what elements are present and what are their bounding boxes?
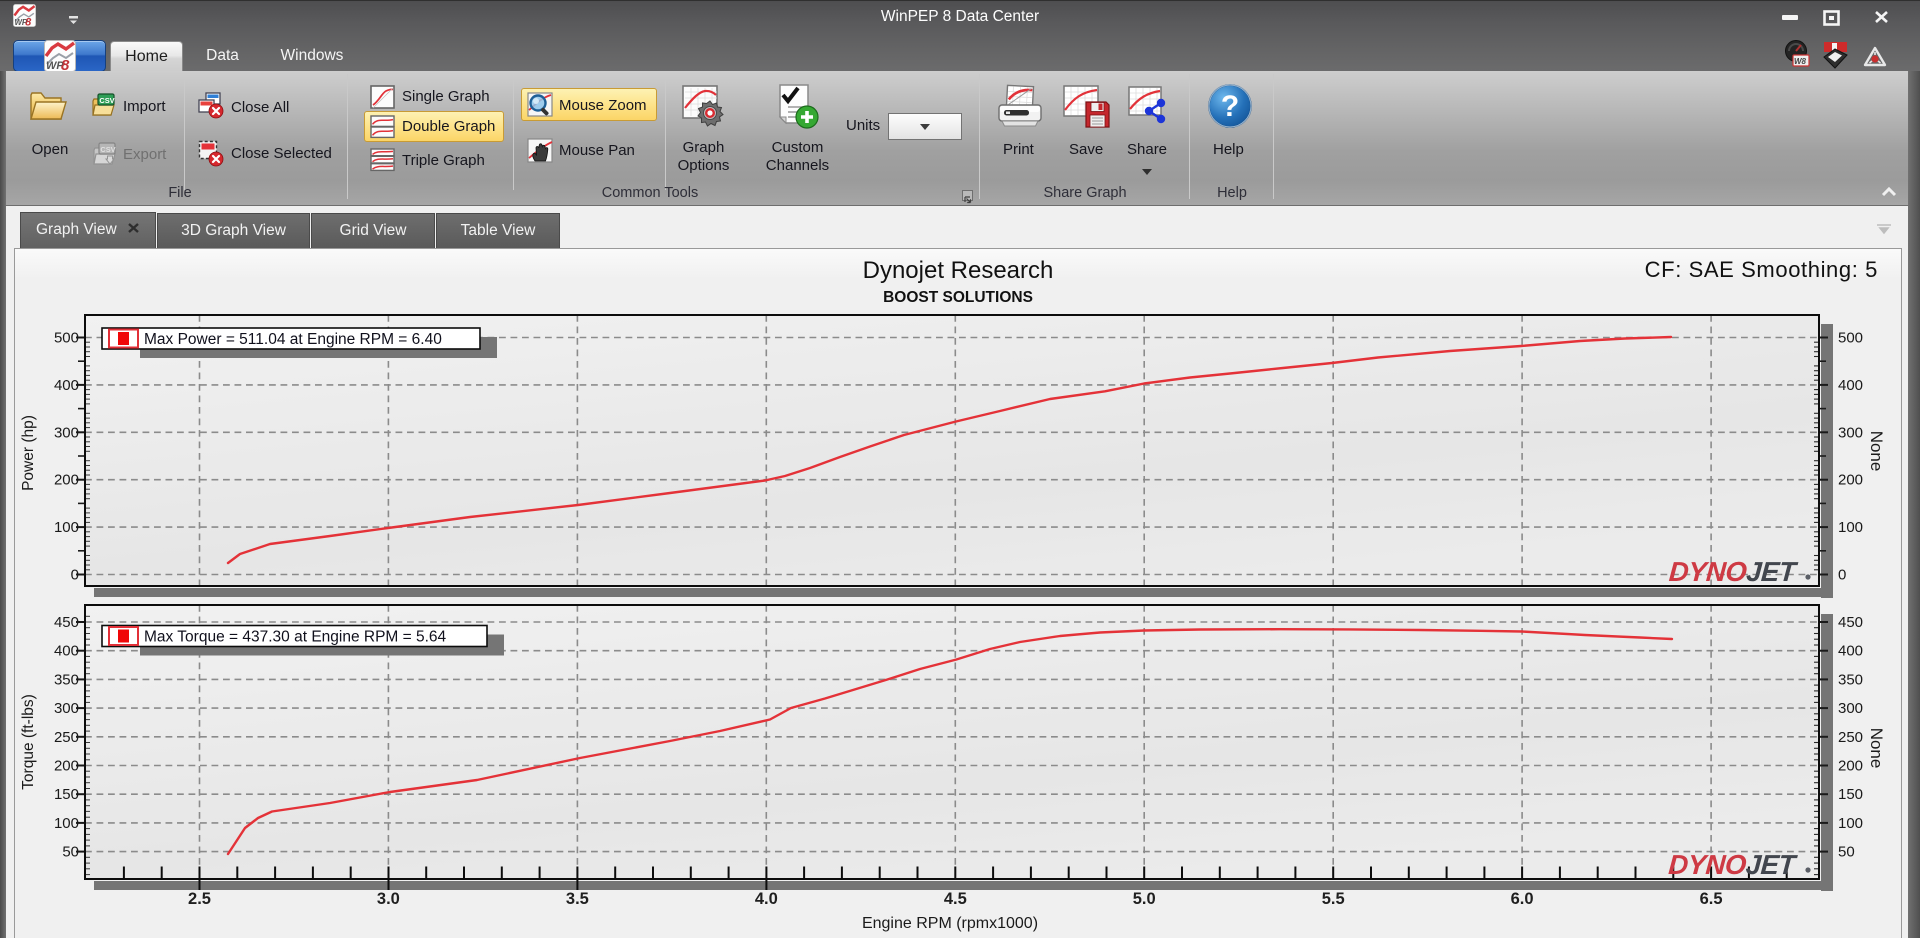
svg-text:200: 200 (54, 758, 79, 775)
svg-text:CSV: CSV (99, 96, 114, 105)
svg-text:200: 200 (1838, 472, 1863, 489)
svg-text:450: 450 (1838, 614, 1863, 631)
svg-text:0: 0 (1838, 567, 1846, 584)
svg-text:W8: W8 (1794, 57, 1807, 66)
svg-text:None: None (1867, 728, 1886, 769)
svg-text:CF: SAE Smoothing: 5: CF: SAE Smoothing: 5 (1645, 257, 1878, 282)
svg-text:?: ? (1221, 90, 1239, 123)
svg-text:Engine RPM (rpmx1000): Engine RPM (rpmx1000) (862, 915, 1038, 932)
svg-text:CSV: CSV (100, 145, 115, 154)
svg-text:250: 250 (1838, 729, 1863, 746)
svg-text:100: 100 (54, 815, 79, 832)
svg-text:DYNOJET: DYNOJET (1668, 556, 1799, 587)
svg-text:350: 350 (54, 671, 79, 688)
svg-text:5.0: 5.0 (1133, 890, 1156, 908)
svg-text:200: 200 (54, 472, 79, 489)
svg-text:0: 0 (71, 567, 79, 584)
svg-text:500: 500 (1838, 330, 1863, 347)
svg-text:400: 400 (1838, 643, 1863, 660)
svg-text:350: 350 (1838, 671, 1863, 688)
svg-text:150: 150 (1838, 786, 1863, 803)
svg-text:Power (hp): Power (hp) (20, 415, 37, 491)
svg-text:250: 250 (54, 729, 79, 746)
svg-text:Max Torque = 437.30 at Engine: Max Torque = 437.30 at Engine RPM = 5.64 (144, 629, 447, 646)
svg-text:8: 8 (61, 57, 70, 72)
svg-text:3.5: 3.5 (566, 890, 589, 908)
svg-text:300: 300 (54, 700, 79, 717)
svg-text:300: 300 (1838, 700, 1863, 717)
svg-text:2.5: 2.5 (188, 890, 211, 908)
svg-text:50: 50 (62, 844, 79, 861)
svg-text:100: 100 (54, 519, 79, 536)
svg-text:4.0: 4.0 (755, 890, 778, 908)
svg-text:None: None (1867, 431, 1886, 472)
svg-text:300: 300 (1838, 424, 1863, 441)
svg-text:3.0: 3.0 (377, 890, 400, 908)
svg-text:100: 100 (1838, 815, 1863, 832)
svg-text:400: 400 (54, 643, 79, 660)
svg-text:4.5: 4.5 (944, 890, 967, 908)
svg-text:6.5: 6.5 (1700, 890, 1723, 908)
svg-text:300: 300 (54, 424, 79, 441)
svg-text:400: 400 (1838, 377, 1863, 394)
svg-text:6.0: 6.0 (1511, 890, 1534, 908)
svg-text:5.5: 5.5 (1322, 890, 1345, 908)
svg-text:Dynojet Research: Dynojet Research (863, 257, 1054, 284)
svg-text:450: 450 (54, 614, 79, 631)
svg-text:400: 400 (54, 377, 79, 394)
svg-text:100: 100 (1838, 519, 1863, 536)
svg-text:Max Power = 511.04 at Engine R: Max Power = 511.04 at Engine RPM = 6.40 (144, 331, 442, 348)
svg-text:Torque (ft-lbs): Torque (ft-lbs) (20, 694, 37, 790)
svg-text:50: 50 (1838, 844, 1855, 861)
svg-text:DYNOJET: DYNOJET (1667, 849, 1798, 880)
svg-text:500: 500 (54, 330, 79, 347)
svg-text:150: 150 (54, 786, 79, 803)
svg-text:200: 200 (1838, 758, 1863, 775)
svg-text:BOOST SOLUTIONS: BOOST SOLUTIONS (883, 289, 1033, 306)
